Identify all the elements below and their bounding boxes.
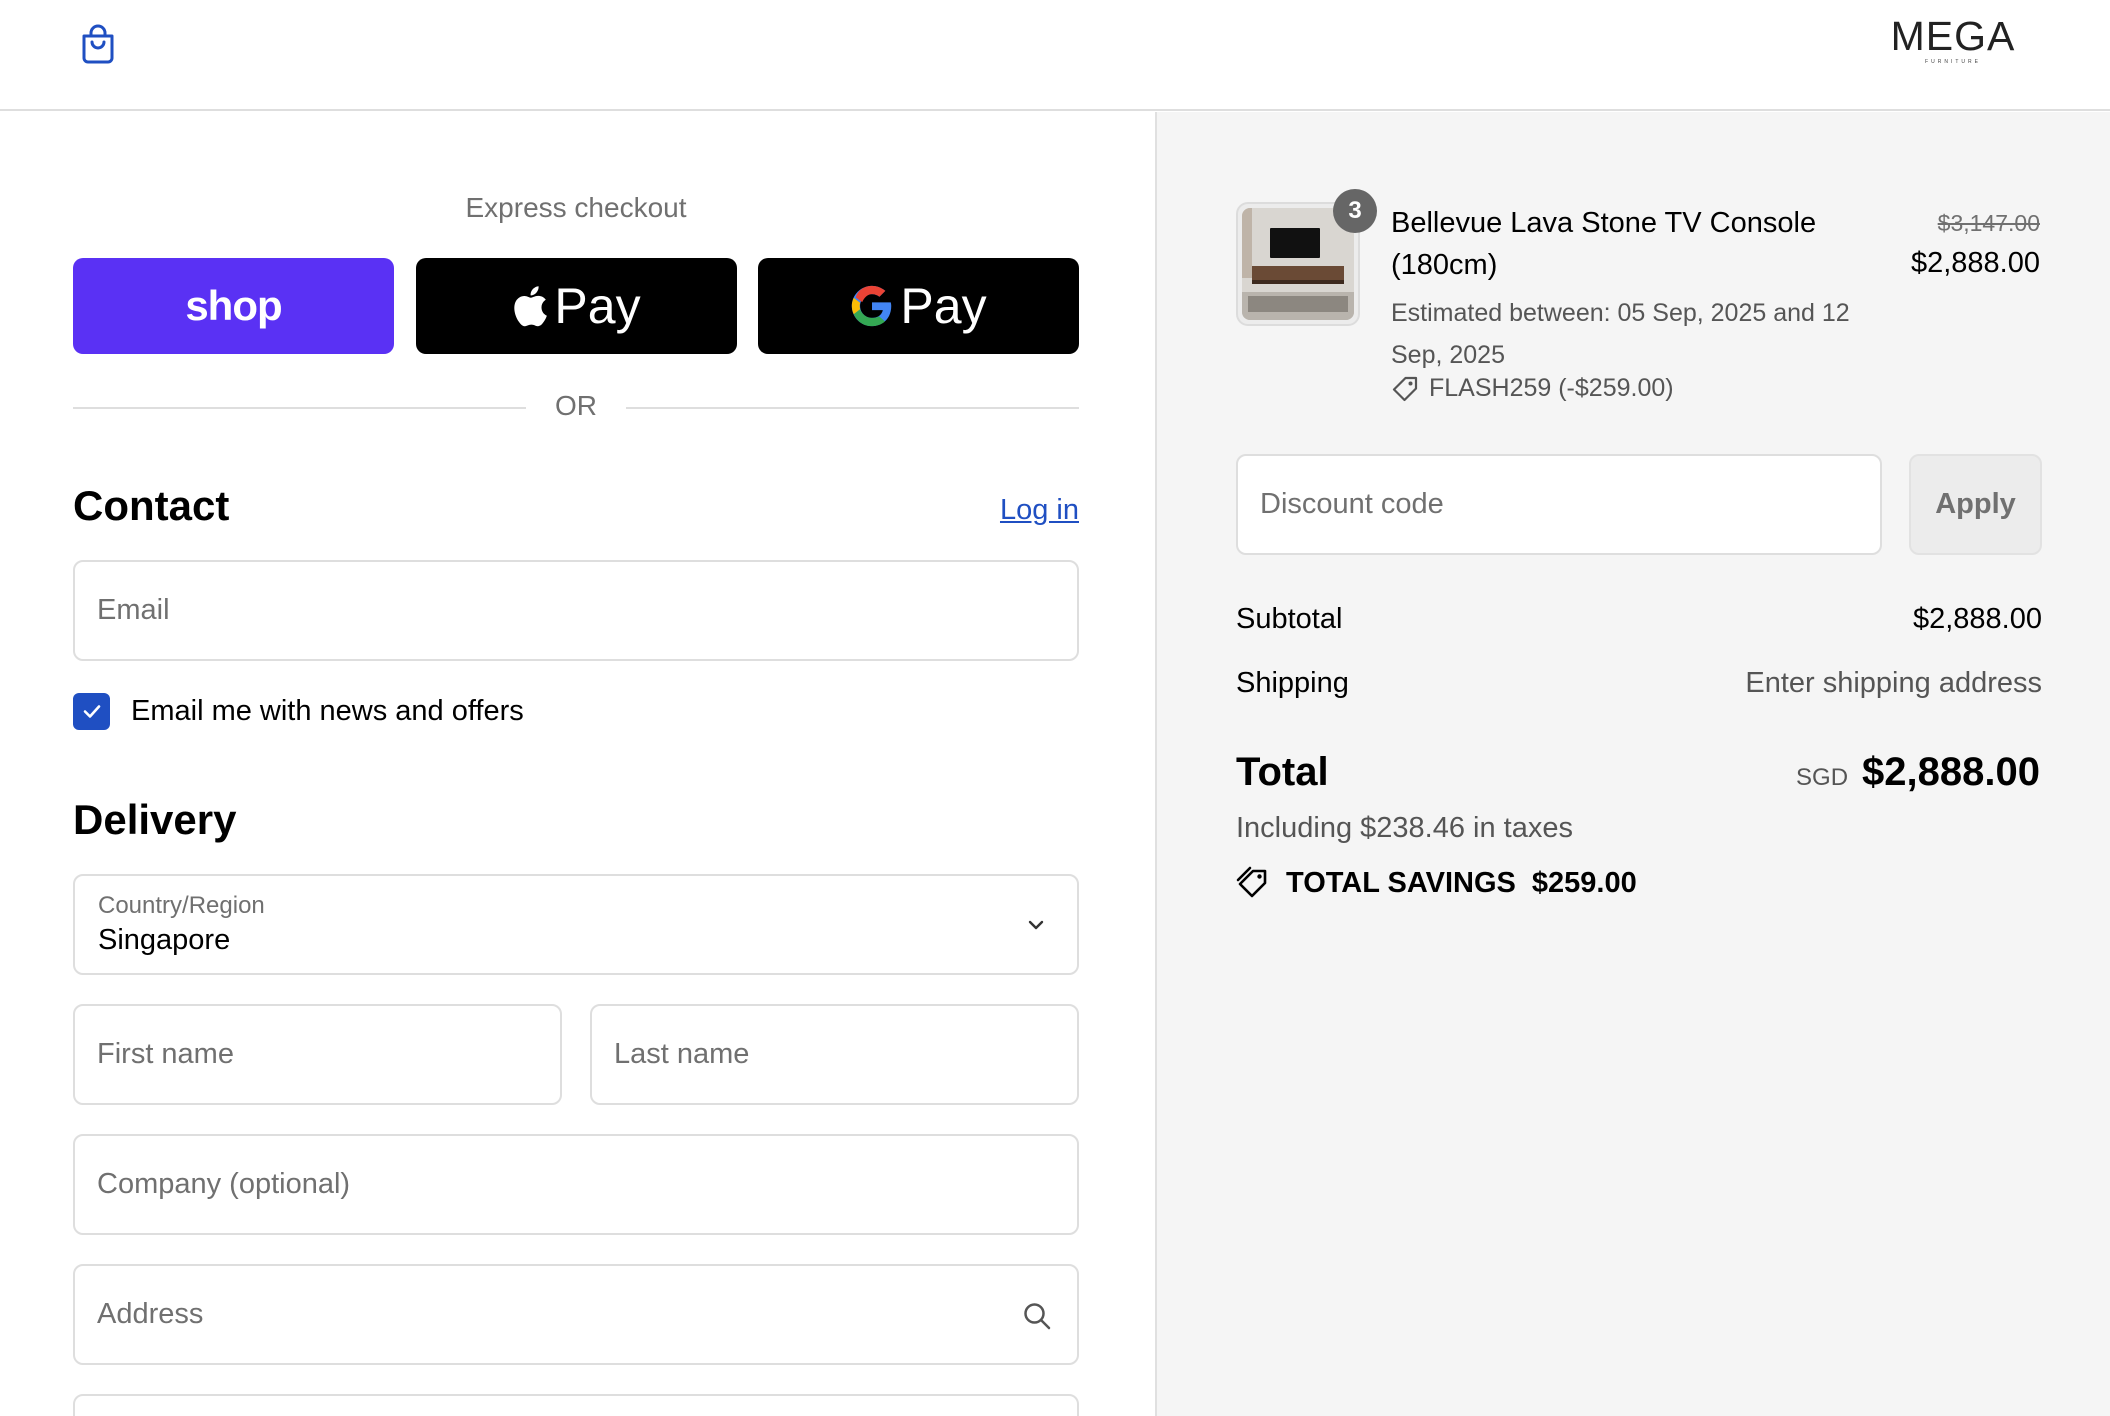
apple-pay-button[interactable]: Pay — [416, 258, 737, 354]
or-divider: OR — [73, 390, 1079, 424]
product-price: $2,888.00 — [1910, 247, 2040, 279]
divider-line-right — [626, 407, 1079, 409]
total-value: $2,888.00 — [1862, 750, 2040, 794]
checkout-form: Express checkout shop Pay Pay OR Contact… — [0, 112, 1155, 1416]
shop-pay-button[interactable]: shop — [73, 258, 394, 354]
contact-heading: Contact — [73, 482, 230, 529]
subtotal-label: Subtotal — [1236, 603, 1343, 635]
total-label: Total — [1236, 750, 1329, 794]
discount-code-text: FLASH259 (-$259.00) — [1429, 374, 1674, 402]
shop-pay-label: shop — [185, 282, 282, 329]
company-field[interactable] — [73, 1134, 1079, 1235]
store-logo[interactable]: MEGA FURNITURE — [1878, 14, 2028, 68]
delivery-heading: Delivery — [73, 796, 237, 843]
subtotal-row: Subtotal $2,888.00 — [1236, 603, 2042, 643]
checkout-header: MEGA FURNITURE — [0, 0, 2110, 111]
newsletter-option[interactable]: Email me with news and offers — [73, 691, 524, 731]
logo-subtext: FURNITURE — [1925, 59, 1981, 65]
apple-pay-label: Pay — [554, 278, 641, 334]
savings-label: TOTAL SAVINGS — [1286, 866, 1516, 899]
savings-tag-icon — [1236, 866, 1267, 898]
logo-word: MEGA — [1890, 13, 2016, 59]
original-price: $3,147.00 — [1937, 210, 2040, 236]
google-pay-button[interactable]: Pay — [758, 258, 1079, 354]
login-link[interactable]: Log in — [1000, 494, 1079, 527]
checkmark-icon — [83, 705, 100, 718]
country-select[interactable]: Country/Region Singapore — [73, 874, 1079, 975]
country-label: Country/Region — [98, 892, 265, 919]
delivery-estimate: Estimated between: 05 Sep, 2025 and 12 S… — [1391, 299, 1850, 369]
first-name-input[interactable] — [97, 1006, 502, 1103]
address-field[interactable] — [73, 1264, 1079, 1365]
savings-value: $259.00 — [1531, 866, 1637, 899]
last-name-input[interactable] — [614, 1006, 1019, 1103]
quantity-badge: 3 — [1333, 189, 1377, 233]
total-savings: TOTAL SAVINGS $259.00 — [1236, 866, 1637, 900]
newsletter-label: Email me with news and offers — [131, 694, 524, 727]
total-amount: SGD $2,888.00 — [1796, 750, 2040, 795]
email-input[interactable] — [97, 562, 1019, 659]
apple-logo-icon — [514, 286, 548, 327]
applied-discount: FLASH259 (-$259.00) — [1391, 374, 1674, 403]
first-name-field[interactable] — [73, 1004, 562, 1105]
last-name-field[interactable] — [590, 1004, 1079, 1105]
express-checkout-title: Express checkout — [465, 192, 687, 223]
search-icon — [1024, 1303, 1051, 1330]
discount-code-input[interactable] — [1260, 456, 1850, 553]
order-summary: 3 Bellevue Lava Stone TV Console (180cm)… — [1155, 112, 2110, 1416]
shopping-bag-icon[interactable] — [76, 22, 120, 66]
discount-code-field[interactable] — [1236, 454, 1882, 555]
taxes-note: Including $238.46 in taxes — [1236, 812, 1573, 844]
tag-icon — [1392, 376, 1418, 401]
company-input[interactable] — [97, 1136, 1019, 1233]
google-pay-label: Pay — [900, 278, 987, 334]
email-field[interactable] — [73, 560, 1079, 661]
product-name: Bellevue Lava Stone TV Console (180cm) — [1391, 207, 1817, 281]
apply-discount-button[interactable]: Apply — [1909, 454, 2042, 555]
currency-code: SGD — [1796, 764, 1849, 791]
next-address-field[interactable] — [73, 1394, 1079, 1416]
google-logo-icon — [852, 285, 892, 327]
newsletter-checkbox[interactable] — [73, 692, 110, 730]
shipping-row: Shipping Enter shipping address — [1236, 667, 2042, 707]
shipping-value: Enter shipping address — [1745, 667, 2042, 699]
chevron-down-icon — [1028, 920, 1044, 930]
or-text: OR — [555, 390, 597, 421]
shipping-label: Shipping — [1236, 667, 1349, 699]
country-value: Singapore — [98, 924, 231, 956]
subtotal-value: $2,888.00 — [1912, 603, 2042, 635]
address-input[interactable] — [97, 1266, 1019, 1363]
